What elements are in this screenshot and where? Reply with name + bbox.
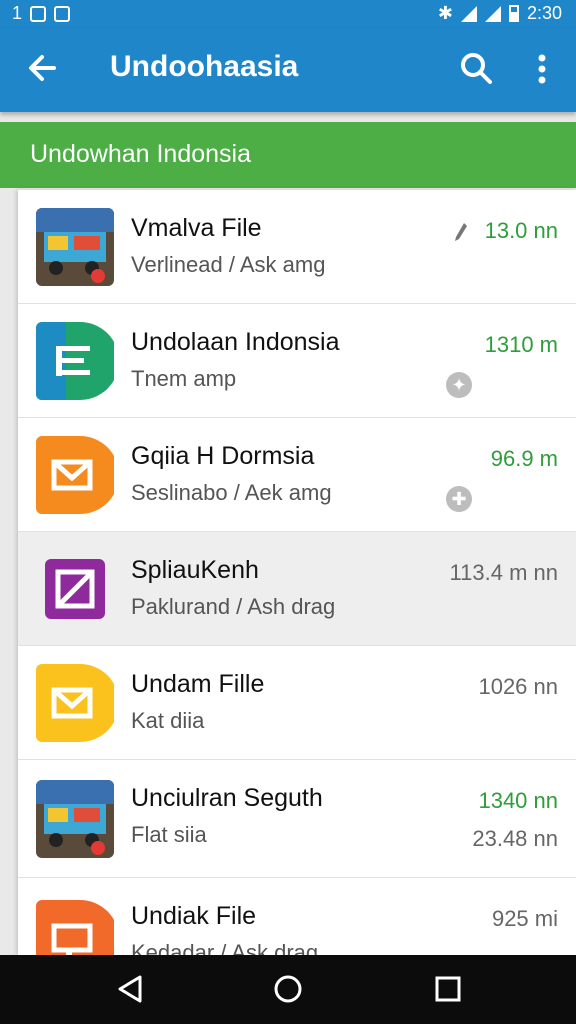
system-nav-bar bbox=[0, 955, 576, 1024]
section-banner: Undowhan Indonsia bbox=[0, 122, 576, 188]
file-name: Undiak File bbox=[131, 902, 257, 930]
status-number: 1 bbox=[12, 3, 23, 23]
file-size: 96.9 m bbox=[490, 446, 558, 471]
file-details: Flat siia bbox=[131, 822, 207, 847]
file-size: 1340 nn bbox=[478, 788, 558, 813]
list-item[interactable]: Undiak File Kedadar / Ask drag 925 mi bbox=[18, 878, 576, 955]
nav-home-icon[interactable] bbox=[268, 969, 308, 1009]
list-item[interactable]: Undolaan Indonsia Tnem amp 1310 m ✦ bbox=[18, 304, 576, 418]
wifi-signal-icon bbox=[460, 5, 477, 22]
gallery-notification-icon bbox=[30, 5, 47, 22]
list-item[interactable]: Gqiia H Dormsia Seslinabo / Aek amg 96.9… bbox=[18, 418, 576, 532]
page-title: Undoohaasia bbox=[110, 50, 299, 83]
file-size: 925 mi bbox=[491, 906, 558, 931]
file-list: Vmalva File Verlinead / Ask amg 13.0 nn … bbox=[18, 190, 576, 955]
orange-slides-icon bbox=[36, 900, 114, 955]
battery-icon bbox=[508, 5, 519, 22]
bluetooth-icon: ✱ bbox=[437, 3, 453, 23]
file-name: Gqiia H Dormsia bbox=[131, 442, 315, 470]
file-details: Verlinead / Ask amg bbox=[131, 252, 326, 277]
file-details: Kat diia bbox=[131, 708, 205, 733]
truck-thumbnail bbox=[36, 208, 114, 286]
file-name: Undolaan Indonsia bbox=[131, 328, 340, 356]
arrow-back-icon[interactable] bbox=[22, 48, 62, 88]
nav-recents-icon[interactable] bbox=[428, 969, 468, 1009]
list-item[interactable]: Unciulran Seguth Flat siia 1340 nn 23.48… bbox=[18, 760, 576, 878]
file-details: Paklurand / Ash drag bbox=[131, 594, 336, 619]
file-size: 1310 m bbox=[484, 332, 558, 357]
file-name: SpliauKenh bbox=[131, 556, 259, 584]
status-time: 2:30 bbox=[526, 3, 562, 23]
file-size-secondary: 23.48 nn bbox=[472, 826, 558, 851]
file-name: Undam Fille bbox=[131, 670, 265, 698]
message-notification-icon bbox=[54, 5, 71, 22]
file-size: 1026 nn bbox=[478, 674, 558, 699]
cell-signal-icon bbox=[484, 5, 501, 22]
orange-mail-icon bbox=[36, 436, 114, 514]
status-bar: 1 ✱ 2:30 bbox=[0, 0, 576, 28]
list-item-selected[interactable]: SpliauKenh Paklurand / Ash drag 113.4 m … bbox=[18, 532, 576, 646]
yellow-mail-icon bbox=[36, 664, 114, 742]
file-size: 113.4 m nn bbox=[449, 560, 558, 585]
share-badge-icon[interactable]: ✚ bbox=[446, 486, 472, 512]
search-icon[interactable] bbox=[456, 48, 496, 88]
file-details: Kedadar / Ask drag bbox=[131, 940, 319, 955]
purple-image-icon bbox=[36, 550, 114, 628]
edit-icon[interactable] bbox=[454, 222, 468, 242]
file-size: 13.0 nn bbox=[484, 218, 558, 243]
file-details: Seslinabo / Aek amg bbox=[131, 480, 332, 505]
green-document-icon bbox=[36, 322, 114, 400]
file-name: Vmalva File bbox=[131, 214, 262, 242]
share-badge-icon[interactable]: ✦ bbox=[446, 372, 472, 398]
app-bar: Undoohaasia bbox=[0, 28, 576, 112]
truck-thumbnail bbox=[36, 780, 114, 858]
file-name: Unciulran Seguth bbox=[131, 784, 323, 812]
more-vert-icon[interactable] bbox=[528, 50, 556, 90]
list-item[interactable]: Undam Fille Kat diia 1026 nn bbox=[18, 646, 576, 760]
file-details: Tnem amp bbox=[131, 366, 237, 391]
list-item[interactable]: Vmalva File Verlinead / Ask amg 13.0 nn bbox=[18, 190, 576, 304]
nav-back-icon[interactable] bbox=[110, 969, 150, 1009]
banner-text: Undowhan Indonsia bbox=[30, 140, 251, 168]
